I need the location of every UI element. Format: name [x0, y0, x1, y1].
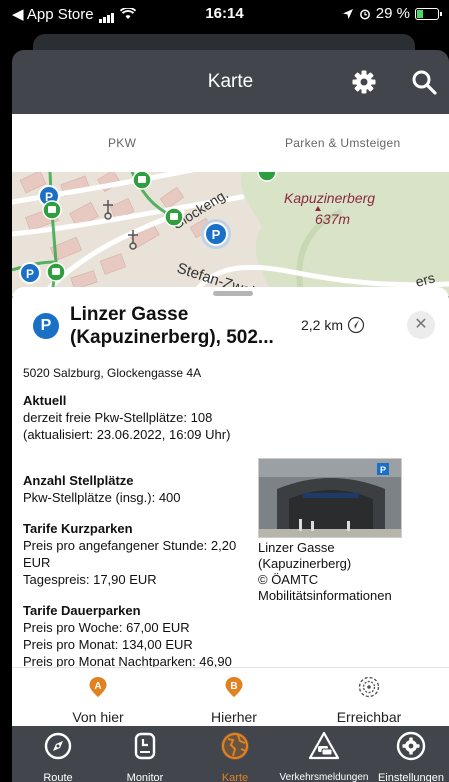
parking-icon: P — [33, 313, 59, 339]
tab-monitor[interactable]: Monitor — [117, 730, 173, 782]
map-label-elevation: 637m — [315, 211, 350, 227]
section-aktuell: Aktuell derzeit freie Pkw-Stellplätze: 1… — [23, 392, 230, 443]
reachability-icon — [358, 676, 380, 698]
free-spaces: derzeit freie Pkw-Stellplätze: 108 — [23, 410, 213, 425]
drag-handle[interactable] — [213, 291, 253, 296]
status-bar: ◀ App Store 16:14 29 % — [0, 0, 449, 30]
daily-price: Tagespreis: 17,90 EUR — [23, 572, 157, 587]
section-heading: Tarife Kurzparken — [23, 521, 133, 536]
battery-icon — [415, 7, 442, 20]
svg-text:A: A — [94, 681, 101, 692]
parking-marker-main-icon[interactable]: P — [201, 219, 231, 249]
reachable-button[interactable]: Erreichbar — [309, 676, 429, 725]
traffic-warning-icon — [308, 731, 340, 760]
battery-percent: 29 % — [375, 5, 410, 22]
section-heading: Aktuell — [23, 393, 67, 408]
garage-photo-image: P — [259, 459, 401, 537]
to-here-label: Hierher — [211, 709, 257, 725]
section-heading: Tarife Dauerparken — [23, 603, 141, 618]
svg-text:P: P — [380, 465, 386, 475]
address: 5020 Salzburg, Glockengasse 4A — [23, 366, 202, 380]
tab-monitor-label: Monitor — [126, 772, 164, 782]
map-view[interactable]: Kapuzinerberg 637m Glockeng. Stefan-Zwei… — [12, 172, 449, 296]
gear-icon[interactable] — [350, 68, 378, 96]
tab-route[interactable]: Route — [38, 730, 78, 782]
caption-copyright: © ÖAMTC — [258, 572, 319, 587]
location-title: Linzer Gasse (Kapuzinerberg), 502... — [70, 303, 292, 349]
destination-marker-b-icon: B — [225, 677, 243, 697]
tab-verkehrsmeldungen-label: Verkehrsmeldungen — [279, 772, 369, 782]
distance-indicator: 2,2 km — [301, 316, 365, 334]
tab-einstellungen[interactable]: Einstellungen — [374, 730, 448, 782]
location-title-line2: (Kapuzinerberg), 502... — [70, 327, 274, 348]
section-stellplaetze: Anzahl Stellplätze Pkw-Stellplätze (insg… — [23, 472, 181, 506]
route-actions: A Von hier B Hierher Erreichbar — [12, 667, 449, 726]
photo-caption: Linzer Gasse (Kapuzinerberg) © ÖAMTC Mob… — [258, 540, 418, 604]
map-label-mountain: Kapuzinerberg — [284, 190, 375, 206]
tab-karte[interactable]: Karte — [211, 730, 259, 782]
caption-line: (Kapuzinerberg) — [258, 556, 352, 571]
hourly-price-unit: EUR — [23, 555, 51, 570]
svg-text:B: B — [230, 681, 237, 692]
location-title-line1: Linzer Gasse — [70, 304, 189, 325]
svg-text:P: P — [26, 267, 34, 281]
monthly-price: Preis pro Monat: 134,00 EUR — [23, 637, 193, 652]
battery-fill — [417, 9, 423, 18]
caption-line: Linzer Gasse — [258, 540, 335, 555]
search-icon[interactable] — [410, 68, 438, 96]
globe-map-icon — [221, 732, 249, 760]
compass-arrow-icon — [347, 316, 365, 334]
distance-value: 2,2 km — [301, 317, 344, 333]
tab-verkehrsmeldungen[interactable]: Verkehrsmeldungen — [276, 730, 372, 782]
settings-gear-icon — [396, 731, 426, 761]
monitor-clock-icon — [134, 732, 156, 760]
monthly-night-price: Preis pro Monat Nachtparken: 46,90 — [23, 654, 232, 667]
parking-marker-icon[interactable]: P — [19, 262, 41, 284]
section-dauerparken: Tarife Dauerparken Preis pro Woche: 67,0… — [23, 602, 232, 667]
tab-parken-umsteigen[interactable]: Parken & Umsteigen — [285, 136, 400, 150]
segment-tabs: PKW Parken & Umsteigen — [12, 114, 449, 172]
reachable-label: Erreichbar — [336, 709, 402, 725]
from-here-label: Von hier — [72, 709, 124, 725]
page-title: Karte — [207, 71, 254, 92]
tab-pkw[interactable]: PKW — [108, 136, 136, 150]
location-arrow-icon — [342, 8, 353, 19]
section-heading: Anzahl Stellplätze — [23, 473, 134, 488]
garage-photo[interactable]: P — [258, 458, 402, 538]
map-canvas: Kapuzinerberg 637m Glockeng. Stefan-Zwei… — [12, 172, 449, 296]
to-here-button[interactable]: B Hierher — [174, 676, 294, 725]
close-button[interactable]: ✕ — [407, 311, 435, 339]
section-kurzparken: Tarife Kurzparken Preis pro angefangener… — [23, 520, 236, 588]
from-here-button[interactable]: A Von hier — [38, 676, 158, 725]
caption-line: Mobilitätsinformationen — [258, 588, 392, 603]
bottom-tab-bar: Route Monitor Karte Verkehrsmeldungen Ei… — [12, 726, 449, 782]
status-right: 29 % — [342, 5, 442, 22]
hourly-price: Preis pro angefangener Stunde: 2,20 — [23, 538, 237, 553]
tab-einstellungen-label: Einstellungen — [377, 772, 445, 782]
weekly-price: Preis pro Woche: 67,00 EUR — [23, 620, 190, 635]
total-spaces: Pkw-Stellplätze (insg.): 400 — [23, 490, 181, 505]
detail-panel: P Linzer Gasse (Kapuzinerberg), 502... 2… — [12, 287, 449, 667]
start-marker-a-icon: A — [89, 677, 107, 697]
tab-route-label: Route — [43, 772, 73, 782]
nav-header: Karte — [12, 50, 449, 114]
compass-icon — [44, 732, 72, 760]
alarm-icon — [359, 9, 370, 19]
updated-at: (aktualisiert: 23.06.2022, 16:09 Uhr) — [23, 427, 231, 442]
svg-text:P: P — [212, 227, 221, 242]
tab-karte-label: Karte — [221, 772, 249, 782]
